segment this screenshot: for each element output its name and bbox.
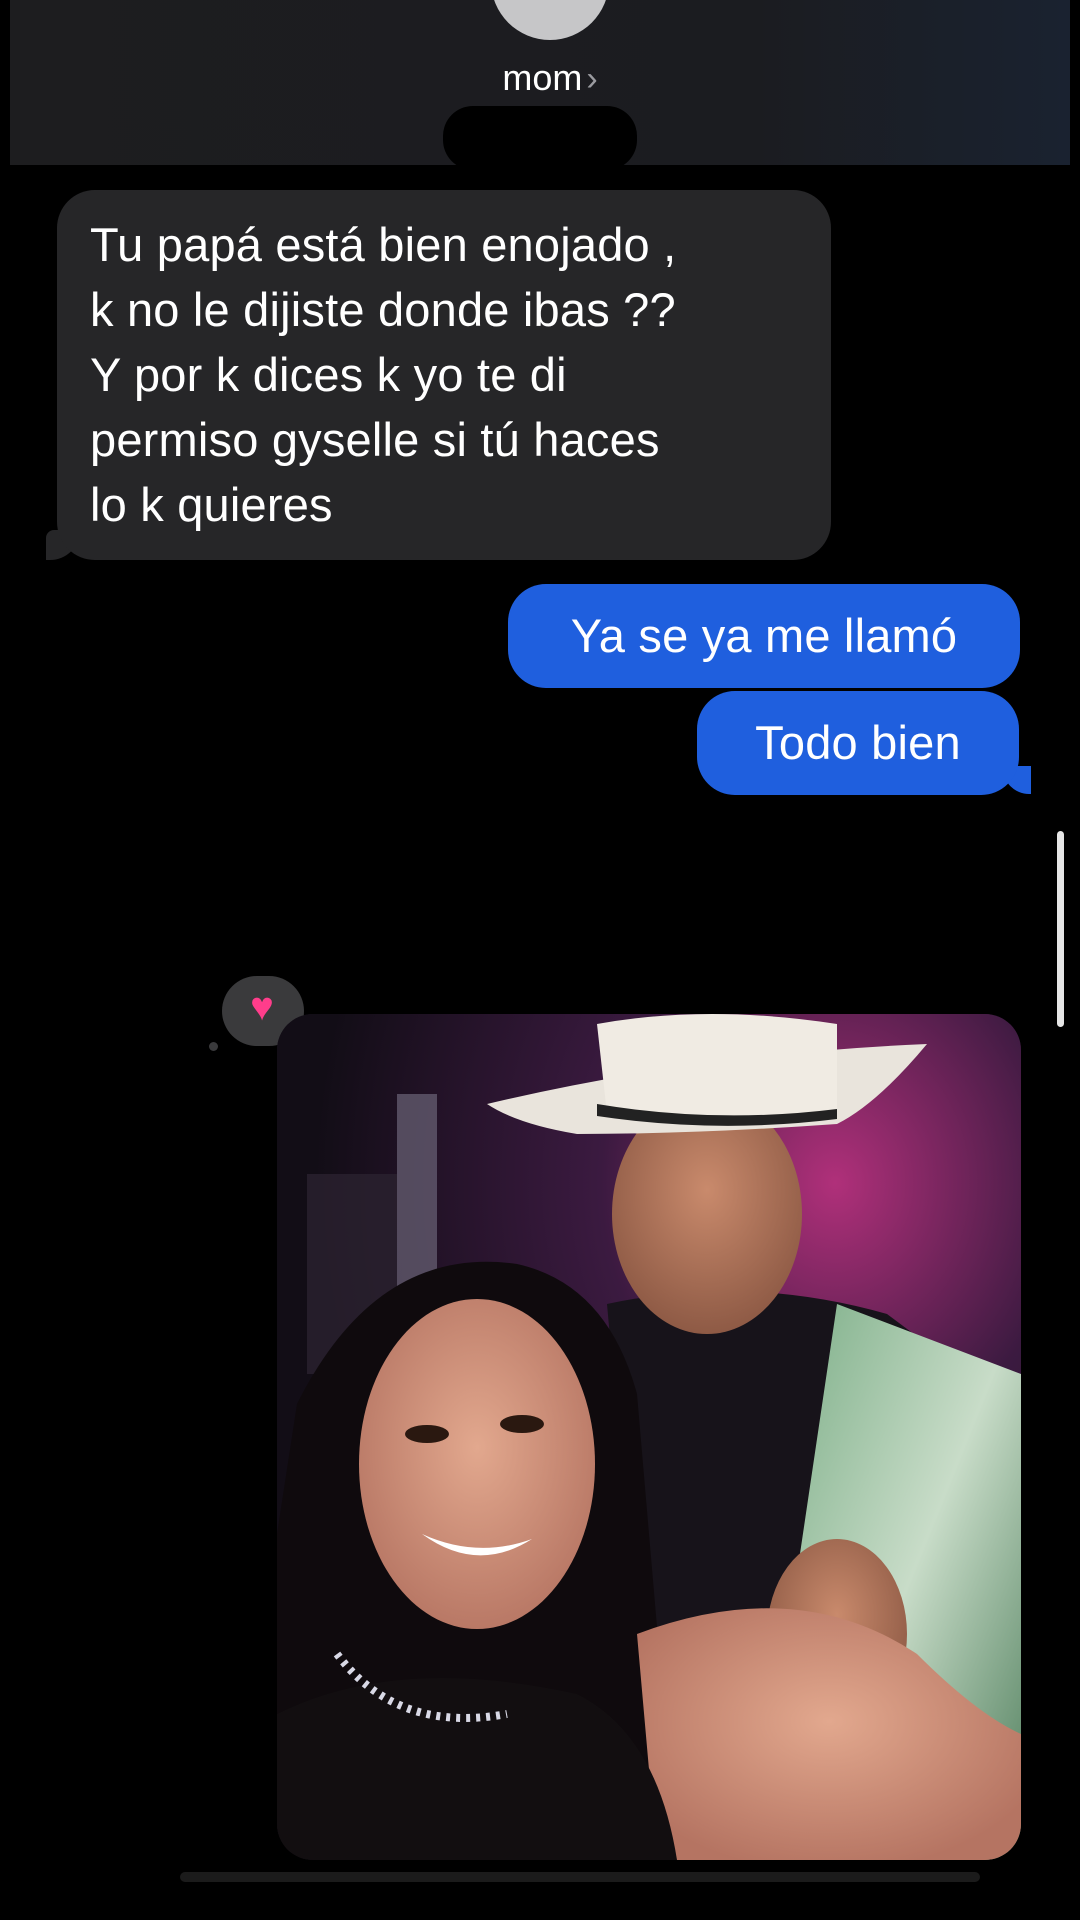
chevron-right-icon: › xyxy=(586,60,598,98)
dynamic-island xyxy=(443,106,637,170)
message-line: Y por k dices k yo te di xyxy=(90,348,567,401)
contact-avatar[interactable] xyxy=(491,0,609,40)
contact-name: mom xyxy=(502,57,583,98)
heart-icon: ♥ xyxy=(250,985,274,1029)
selfie-photo-image xyxy=(277,1014,1021,1860)
message-line: lo k quieres xyxy=(90,478,333,531)
contact-name-button[interactable]: mom › xyxy=(10,56,1080,101)
tapback-tail-dot xyxy=(209,1042,218,1051)
message-line: Tu papá está bien enojado , xyxy=(90,218,677,271)
home-indicator-area xyxy=(180,1872,980,1882)
incoming-message-bubble[interactable]: Tu papá está bien enojado , k no le diji… xyxy=(57,190,831,560)
scroll-indicator[interactable] xyxy=(1057,831,1064,1027)
outgoing-message-bubble[interactable]: Todo bien xyxy=(697,691,1019,795)
message-line: permiso gyselle si tú haces xyxy=(90,413,660,466)
message-line: k no le dijiste donde ibas ?? xyxy=(90,283,676,336)
outgoing-message-bubble[interactable]: Ya se ya me llamó xyxy=(508,584,1020,688)
photo-attachment[interactable] xyxy=(277,1014,1021,1860)
